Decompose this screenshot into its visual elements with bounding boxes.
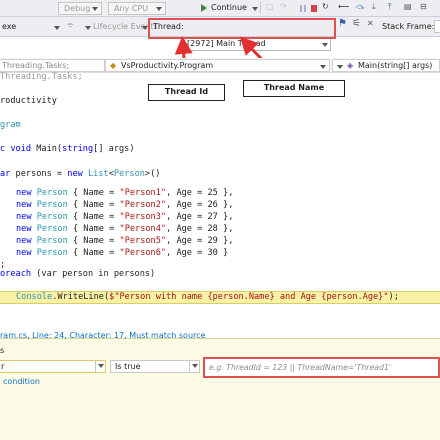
chevron-down-icon[interactable] xyxy=(252,7,258,11)
conditions-label: s xyxy=(0,346,5,355)
thread-dropdown[interactable]: [2972] Main Thread xyxy=(183,37,331,51)
play-icon[interactable] xyxy=(201,4,207,12)
flag-icon[interactable]: ⚑ xyxy=(338,18,347,29)
class-icon: ◆ xyxy=(110,61,117,70)
add-condition-link[interactable]: condition xyxy=(3,377,40,386)
pause-icon[interactable] xyxy=(300,5,306,12)
step-icon[interactable]: ↷ xyxy=(280,2,287,11)
exe-label: exe xyxy=(2,22,17,31)
chevron-down-icon[interactable] xyxy=(54,26,60,30)
condition-operator-dropdown[interactable]: Is true xyxy=(110,360,200,373)
stack-frame-dropdown[interactable] xyxy=(434,20,440,33)
expression-placeholder: e.g. ThreadId = 123 || ThreadName='Threa… xyxy=(209,363,392,372)
class-dropdown[interactable]: ◆ VsProductivity.Program xyxy=(105,59,330,72)
person-line: new Person { Name = "Person1", Age = 25 … xyxy=(16,188,234,198)
step-into-icon[interactable]: ⤓ xyxy=(372,2,376,12)
member-label: Main(string[] args) xyxy=(358,61,433,70)
chevron-down-icon xyxy=(156,7,162,11)
dropdown-button[interactable] xyxy=(95,361,105,372)
person-line: new Person { Name = "Person2", Age = 26 … xyxy=(16,200,234,210)
code-navigation-bar: Threading.Tasks; ◆ VsProductivity.Progra… xyxy=(0,58,440,73)
step-out-icon[interactable]: ⤒ xyxy=(388,2,392,12)
config-dropdown[interactable]: Debug xyxy=(58,2,102,15)
person-line: new Person { Name = "Person5", Age = 29 … xyxy=(16,236,234,246)
arrow-left-icon[interactable]: ⟵ xyxy=(338,2,349,11)
platform-label: Any CPU xyxy=(114,4,149,13)
filter-threads-icon[interactable]: ⚟ xyxy=(352,18,361,29)
condition-expression-input[interactable]: e.g. ThreadId = 123 || ThreadName='Threa… xyxy=(203,357,440,378)
filter-icon[interactable]: ⊟ xyxy=(420,2,427,11)
current-statement-line: Console.WriteLine($"Person with name {pe… xyxy=(16,292,399,302)
camera-icon[interactable]: ▢ xyxy=(266,2,274,11)
condition-type-value: r xyxy=(1,362,5,371)
location-link[interactable]: ram.cs, Line: 24, Character: 17, Must ma… xyxy=(0,331,205,340)
stop-icon[interactable] xyxy=(311,5,317,12)
chevron-down-icon xyxy=(92,7,98,11)
namespace-dropdown[interactable]: Threading.Tasks; xyxy=(0,59,105,72)
chevron-down-icon xyxy=(322,43,328,47)
restart-icon[interactable]: ↻ xyxy=(322,2,329,11)
person-line: new Person { Name = "Person3", Age = 27 … xyxy=(16,212,234,222)
method-icon: ◈ xyxy=(347,61,354,70)
continue-button[interactable]: Continue xyxy=(211,3,247,12)
debug-toolbar: Debug Any CPU Continue ▢ ↷ ↻ ⟵ ⤼ ⤓ ⤒ ▤ ⊟ xyxy=(0,0,440,17)
stack-frame-label: Stack Frame: xyxy=(382,22,435,31)
lifecycle-icon[interactable]: ⌯ xyxy=(67,20,73,30)
code-line: ar persons = new List<Person>() xyxy=(0,169,161,179)
breakpoint-settings-panel: ram.cs, Line: 24, Character: 17, Must ma… xyxy=(0,338,440,440)
dropdown-button[interactable] xyxy=(189,361,199,372)
code-line: roductivity xyxy=(0,96,57,106)
chevron-down-icon xyxy=(320,65,326,69)
code-line: Threading.Tasks; xyxy=(0,72,83,82)
condition-operator-value: Is true xyxy=(115,362,141,371)
thread-id-annotation: Thread Id xyxy=(148,84,225,101)
divider xyxy=(260,2,261,14)
platform-dropdown[interactable]: Any CPU xyxy=(108,2,166,15)
class-label: VsProductivity.Program xyxy=(121,61,214,70)
person-line: new Person { Name = "Person4", Age = 28 … xyxy=(16,224,234,234)
chevron-down-icon[interactable] xyxy=(85,26,91,30)
namespace-label: Threading.Tasks; xyxy=(2,61,70,70)
thread-name-annotation: Thread Name xyxy=(243,80,345,97)
config-label: Debug xyxy=(64,4,91,13)
chevron-down-icon xyxy=(98,364,104,368)
stack-icon: ✕ xyxy=(367,19,374,28)
hex-icon[interactable]: ▤ xyxy=(404,2,412,11)
thread-highlight-box xyxy=(148,18,336,39)
thread-value: [2972] Main Thread xyxy=(187,39,266,48)
person-line: new Person { Name = "Person6", Age = 30 … xyxy=(16,248,229,258)
condition-type-dropdown[interactable]: r xyxy=(0,360,106,373)
step-over-icon[interactable]: ⤼ xyxy=(356,2,365,12)
chevron-down-icon xyxy=(192,364,198,368)
code-editor[interactable]: Threading.Tasks; roductivity gram c void… xyxy=(0,72,440,338)
code-line: oreach (var person in persons) xyxy=(0,269,156,279)
member-dropdown[interactable]: ◈ Main(string[] args) xyxy=(332,59,440,72)
chevron-down-icon xyxy=(337,65,343,69)
code-line: c void Main(string[] args) xyxy=(0,144,135,154)
code-line: gram xyxy=(0,120,21,130)
